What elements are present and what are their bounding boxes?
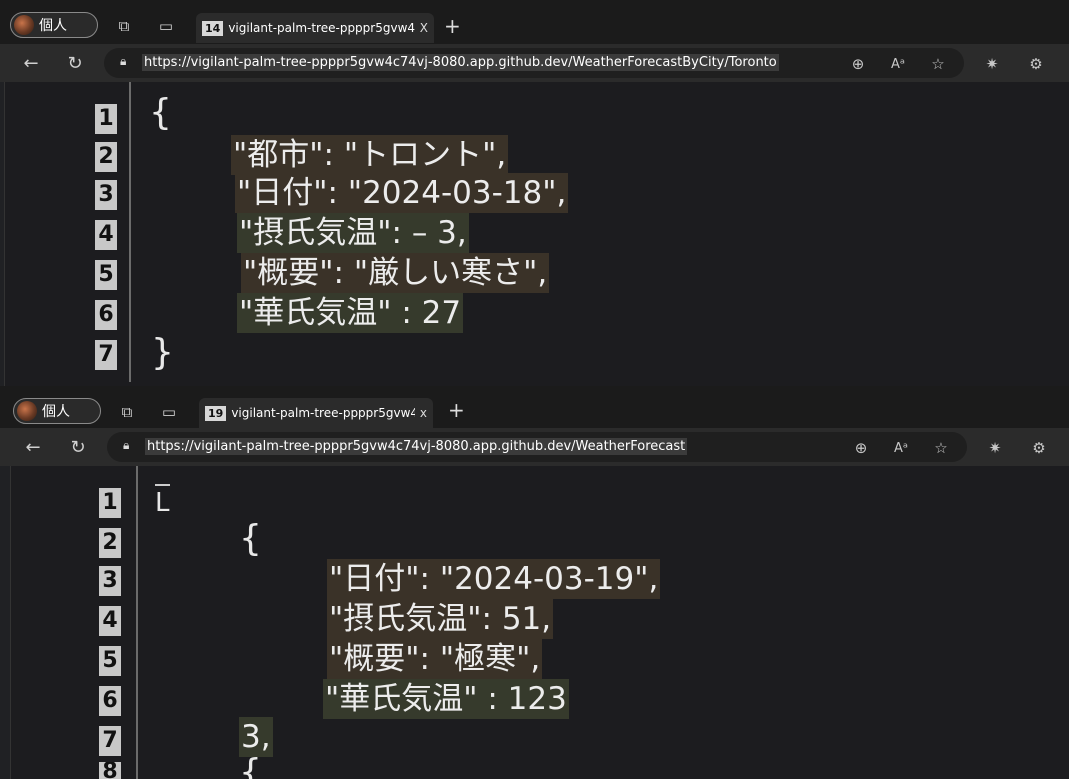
line-number: 6 <box>99 686 121 716</box>
tab-bar: 個人 ⧉ ▭ 14 vigilant-palm-tree-ppppr5gvw4c… <box>0 0 1069 46</box>
json-line-celsius: "摂氏気温": – 3, <box>237 213 469 253</box>
json-line-summary: "概要": "極寒", <box>327 639 543 679</box>
avatar <box>17 401 37 421</box>
tab-actions-icon[interactable]: ▭ <box>157 400 181 424</box>
active-tab[interactable]: 19 vigilant-palm-tree-ppppr5gvw4c x <box>199 398 433 428</box>
line-number: 6 <box>95 300 117 330</box>
json-open-brace: { <box>239 518 262 559</box>
zoom-icon[interactable]: ⊕ <box>851 438 871 458</box>
profile-label: 個人 <box>39 18 67 34</box>
gutter-divider <box>129 82 131 382</box>
url-field[interactable]: 🔒︎ https://vigilant-palm-tree-ppppr5gvw4… <box>107 432 967 462</box>
line-number: 8 <box>99 762 121 779</box>
refresh-icon[interactable]: ↻ <box>65 434 91 460</box>
json-line-city: "都市": "トロント", <box>231 135 509 175</box>
active-tab[interactable]: 14 vigilant-palm-tree-ppppr5gvw4c X <box>196 13 434 43</box>
workspaces-icon[interactable]: ⧉ <box>112 14 136 38</box>
close-tab-icon[interactable]: X <box>420 21 428 35</box>
tab-count-badge: 19 <box>205 405 227 421</box>
close-tab-icon[interactable]: x <box>420 406 427 420</box>
extensions-icon[interactable]: ⚙ <box>1026 54 1046 74</box>
arrow-left-icon[interactable]: ← <box>20 434 46 460</box>
address-bar: ← ↻ 🔒︎ https://vigilant-palm-tree-ppppr5… <box>0 44 1069 82</box>
copilot-icon[interactable]: ✷ <box>985 438 1005 458</box>
tab-bar: 個人 ⧉ ▭ 19 vigilant-palm-tree-ppppr5gvw4c… <box>0 386 1069 430</box>
line-number: 1 <box>95 104 117 134</box>
tab-count-badge: 14 <box>202 20 224 36</box>
workspaces-icon[interactable]: ⧉ <box>115 400 139 424</box>
line-number: 5 <box>95 260 117 290</box>
json-viewer: 1 2 3 4 5 6 7 { "都市": "トロント", "日付": "202… <box>4 82 1069 386</box>
url-field[interactable]: 🔒︎ https://vigilant-palm-tree-ppppr5gvw4… <box>104 48 964 78</box>
tab-actions-icon[interactable]: ▭ <box>154 14 178 38</box>
json-close-object: 3, <box>239 717 273 757</box>
read-aloud-icon[interactable]: A͏ᵃ <box>888 54 908 74</box>
line-number: 4 <box>99 606 121 636</box>
json-open-brace: { <box>149 92 172 133</box>
read-aloud-icon[interactable]: A͏ᵃ <box>891 438 911 458</box>
line-number: 7 <box>95 340 117 370</box>
line-number: 4 <box>95 220 117 250</box>
copilot-icon[interactable]: ✷ <box>982 54 1002 74</box>
new-tab-button[interactable]: + <box>444 14 461 38</box>
refresh-icon[interactable]: ↻ <box>62 50 88 76</box>
extensions-icon[interactable]: ⚙ <box>1029 438 1049 458</box>
json-next-brace: { <box>239 752 262 779</box>
url-text: https://vigilant-palm-tree-ppppr5gvw4c74… <box>145 438 688 455</box>
json-close-brace: } <box>151 332 174 373</box>
line-number: 2 <box>95 142 117 172</box>
address-bar: ← ↻ 🔒︎ https://vigilant-palm-tree-ppppr5… <box>0 428 1069 466</box>
zoom-icon[interactable]: ⊕ <box>848 54 868 74</box>
url-text: https://vigilant-palm-tree-ppppr5gvw4c74… <box>142 54 779 71</box>
line-number: 2 <box>99 528 121 558</box>
arrow-left-icon[interactable]: ← <box>18 50 44 76</box>
line-number: 5 <box>99 646 121 676</box>
line-number: 3 <box>99 566 121 596</box>
line-number: 1 <box>99 488 121 518</box>
gutter-divider <box>136 466 138 779</box>
tab-title: vigilant-palm-tree-ppppr5gvw4c <box>228 21 415 35</box>
lock-icon[interactable]: 🔒︎ <box>120 54 131 68</box>
json-line-date: "日付": "2024-03-19", <box>327 559 661 599</box>
json-line-celsius: "摂氏気温": 51, <box>327 599 554 639</box>
tab-title: vigilant-palm-tree-ppppr5gvw4c <box>231 406 415 420</box>
new-tab-button[interactable]: + <box>448 398 465 422</box>
json-line-date: "日付": "2024-03-18", <box>235 173 569 213</box>
profile-button[interactable]: 個人 <box>13 398 101 424</box>
profile-button[interactable]: 個人 <box>10 12 98 38</box>
star-icon[interactable]: ☆ <box>931 438 951 458</box>
json-open-bracket: L <box>155 484 170 518</box>
avatar <box>14 15 34 35</box>
star-icon[interactable]: ☆ <box>928 54 948 74</box>
json-viewer: 1 2 3 4 5 6 7 8 L { "日付": "2024-03-19", … <box>10 466 1069 779</box>
json-line-fahrenheit: "華氏気温" : 27 <box>237 293 464 333</box>
json-line-fahrenheit: "華氏気温" : 123 <box>323 679 569 719</box>
json-line-summary: "概要": "厳しい寒さ", <box>241 253 550 293</box>
line-number: 7 <box>99 726 121 756</box>
browser-window-toronto: 個人 ⧉ ▭ 14 vigilant-palm-tree-ppppr5gvw4c… <box>0 0 1069 386</box>
browser-window-forecast: 個人 ⧉ ▭ 19 vigilant-palm-tree-ppppr5gvw4c… <box>0 386 1069 779</box>
line-number: 3 <box>95 180 117 210</box>
profile-label: 個人 <box>42 404 70 420</box>
lock-icon[interactable]: 🔒︎ <box>123 438 134 452</box>
